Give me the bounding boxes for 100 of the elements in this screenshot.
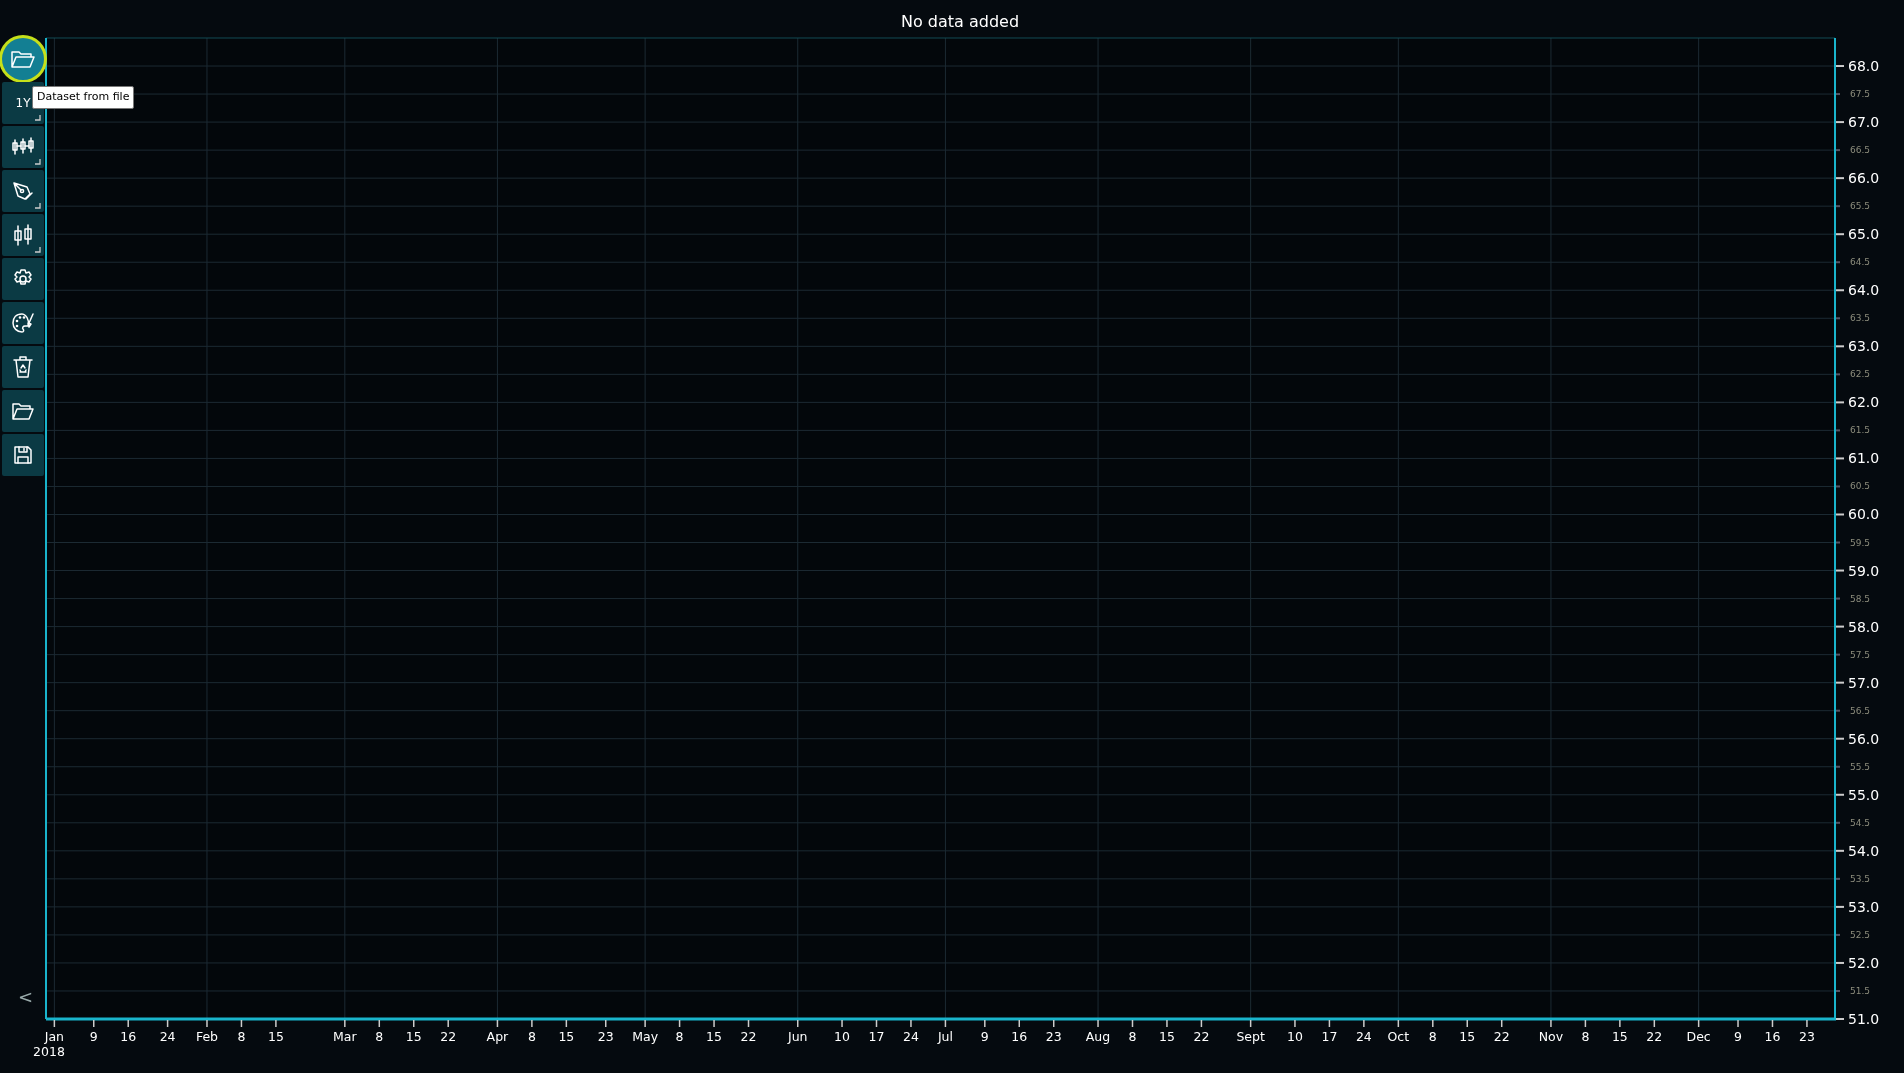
toolbar-button[interactable] [2, 390, 44, 432]
axis-label: 16 [1764, 1029, 1781, 1044]
axis-label: 67.0 [1848, 114, 1880, 131]
axis-label: 63.0 [1848, 338, 1880, 355]
axis-label: 17 [868, 1029, 885, 1044]
axis-label: 15 [405, 1029, 422, 1044]
axis-label: 16 [120, 1029, 137, 1044]
axis-label: 57.0 [1848, 674, 1880, 691]
minor-axis-label: 59.5 [1850, 537, 1871, 548]
minor-axis-label: 56.5 [1850, 705, 1871, 716]
axis-label: 24 [159, 1029, 176, 1044]
axis-label: Jan [44, 1029, 64, 1044]
axis-label: 8 [237, 1029, 246, 1044]
minor-axis-label: 57.5 [1850, 649, 1871, 660]
minor-axis-label: 62.5 [1850, 369, 1871, 380]
axis-label: 15 [558, 1029, 575, 1044]
axis-label: 22 [1193, 1029, 1210, 1044]
axis-label: 17 [1321, 1029, 1338, 1044]
axis-label: 55.0 [1848, 786, 1880, 803]
axis-label: 8 [375, 1029, 384, 1044]
axis-label: 61.0 [1848, 450, 1880, 467]
corner-icon [35, 159, 41, 165]
toolbar-button[interactable] [2, 434, 44, 476]
axis-label: 15 [267, 1029, 284, 1044]
toolbar-button[interactable] [2, 38, 44, 80]
minor-axis-label: 58.5 [1850, 593, 1871, 604]
axis-label: 8 [1428, 1029, 1437, 1044]
axis-label: 56.0 [1848, 730, 1880, 747]
axis-label: 8 [675, 1029, 684, 1044]
toolbar-button[interactable] [2, 346, 44, 388]
minor-axis-label: 61.5 [1850, 425, 1871, 436]
axis-label: 62.0 [1848, 394, 1880, 411]
axis-label: 8 [527, 1029, 536, 1044]
corner-icon [35, 203, 41, 209]
tooltip: Dataset from file [32, 86, 135, 109]
axis-label: 15 [706, 1029, 722, 1044]
folder-icon [11, 401, 35, 421]
axis-label: May [632, 1029, 659, 1044]
axis-label: Sept [1236, 1029, 1265, 1044]
minor-axis-label: 53.5 [1850, 873, 1871, 884]
minor-axis-label: 60.5 [1850, 481, 1871, 492]
axis-label: 16 [1011, 1029, 1028, 1044]
axis-label: 22 [1493, 1029, 1510, 1044]
axis-label: 24 [1355, 1029, 1372, 1044]
minor-axis-label: 63.5 [1850, 313, 1871, 324]
folder-icon [10, 48, 36, 70]
axis-label: Nov [1538, 1029, 1564, 1044]
minor-axis-label: 64.5 [1850, 257, 1871, 268]
collapse-button[interactable]: < [14, 988, 38, 1006]
axis-label: 10 [1287, 1029, 1303, 1044]
candlestick-icon [11, 136, 35, 158]
axis-label: 53.0 [1848, 898, 1880, 915]
axis-label: 8 [1581, 1029, 1590, 1044]
axis-label: Aug [1085, 1029, 1111, 1044]
axis-label: 66.0 [1848, 170, 1880, 187]
axis-label: 15 [1611, 1029, 1628, 1044]
corner-icon [35, 115, 41, 121]
axis-label: 24 [903, 1029, 919, 1044]
minor-axis-label: 52.5 [1850, 929, 1871, 940]
axis-label: 54.0 [1848, 842, 1880, 859]
axis-label: Mar [333, 1029, 357, 1044]
axis-label: 23 [1799, 1029, 1815, 1044]
axis-label: Jul [937, 1029, 953, 1044]
axis-label: 58.0 [1848, 618, 1880, 635]
axis-label: 59.0 [1848, 562, 1880, 579]
corner-icon [35, 247, 41, 253]
axis-label: 22 [440, 1029, 457, 1044]
pen-icon [12, 180, 34, 202]
axis-label: 9 [1734, 1029, 1742, 1044]
toolbar-button[interactable] [2, 170, 44, 212]
axis-label: Feb [195, 1029, 219, 1044]
minor-axis-label: 55.5 [1850, 761, 1871, 772]
toolbar-button[interactable] [2, 126, 44, 168]
chart-title: No data added [900, 12, 1020, 31]
axis-label: 8 [1128, 1029, 1137, 1044]
axis-label: Dec [1686, 1029, 1711, 1044]
axis-label: 15 [1459, 1029, 1476, 1044]
axis-label: 64.0 [1848, 282, 1880, 299]
axis-label: 65.0 [1848, 226, 1880, 243]
axis-label: Apr [486, 1029, 509, 1044]
axis-label: 52.0 [1848, 954, 1880, 971]
axis-label: Oct [1387, 1029, 1410, 1044]
axis-label: 15 [1159, 1029, 1175, 1044]
axis-label: 9 [980, 1029, 989, 1044]
minor-axis-label: 51.5 [1850, 985, 1871, 996]
minor-axis-label: 65.5 [1850, 201, 1871, 212]
minor-axis-label: 67.5 [1850, 89, 1871, 100]
toolbar-button[interactable] [2, 302, 44, 344]
minor-axis-label: 66.5 [1850, 145, 1871, 156]
recycle-bin-icon [12, 355, 34, 379]
axis-label: 9 [89, 1029, 98, 1044]
axis-label: 10 [834, 1029, 850, 1044]
candlestick-icon [12, 223, 34, 247]
axis-label: 51.0 [1848, 1011, 1880, 1027]
toolbar-button[interactable] [2, 214, 44, 256]
axis-label: 60.0 [1848, 506, 1880, 523]
year-label: 2018 [33, 1044, 65, 1059]
axis-label: 22 [740, 1029, 757, 1044]
toolbar-button[interactable] [2, 258, 44, 300]
axis-label: 23 [1045, 1029, 1062, 1044]
